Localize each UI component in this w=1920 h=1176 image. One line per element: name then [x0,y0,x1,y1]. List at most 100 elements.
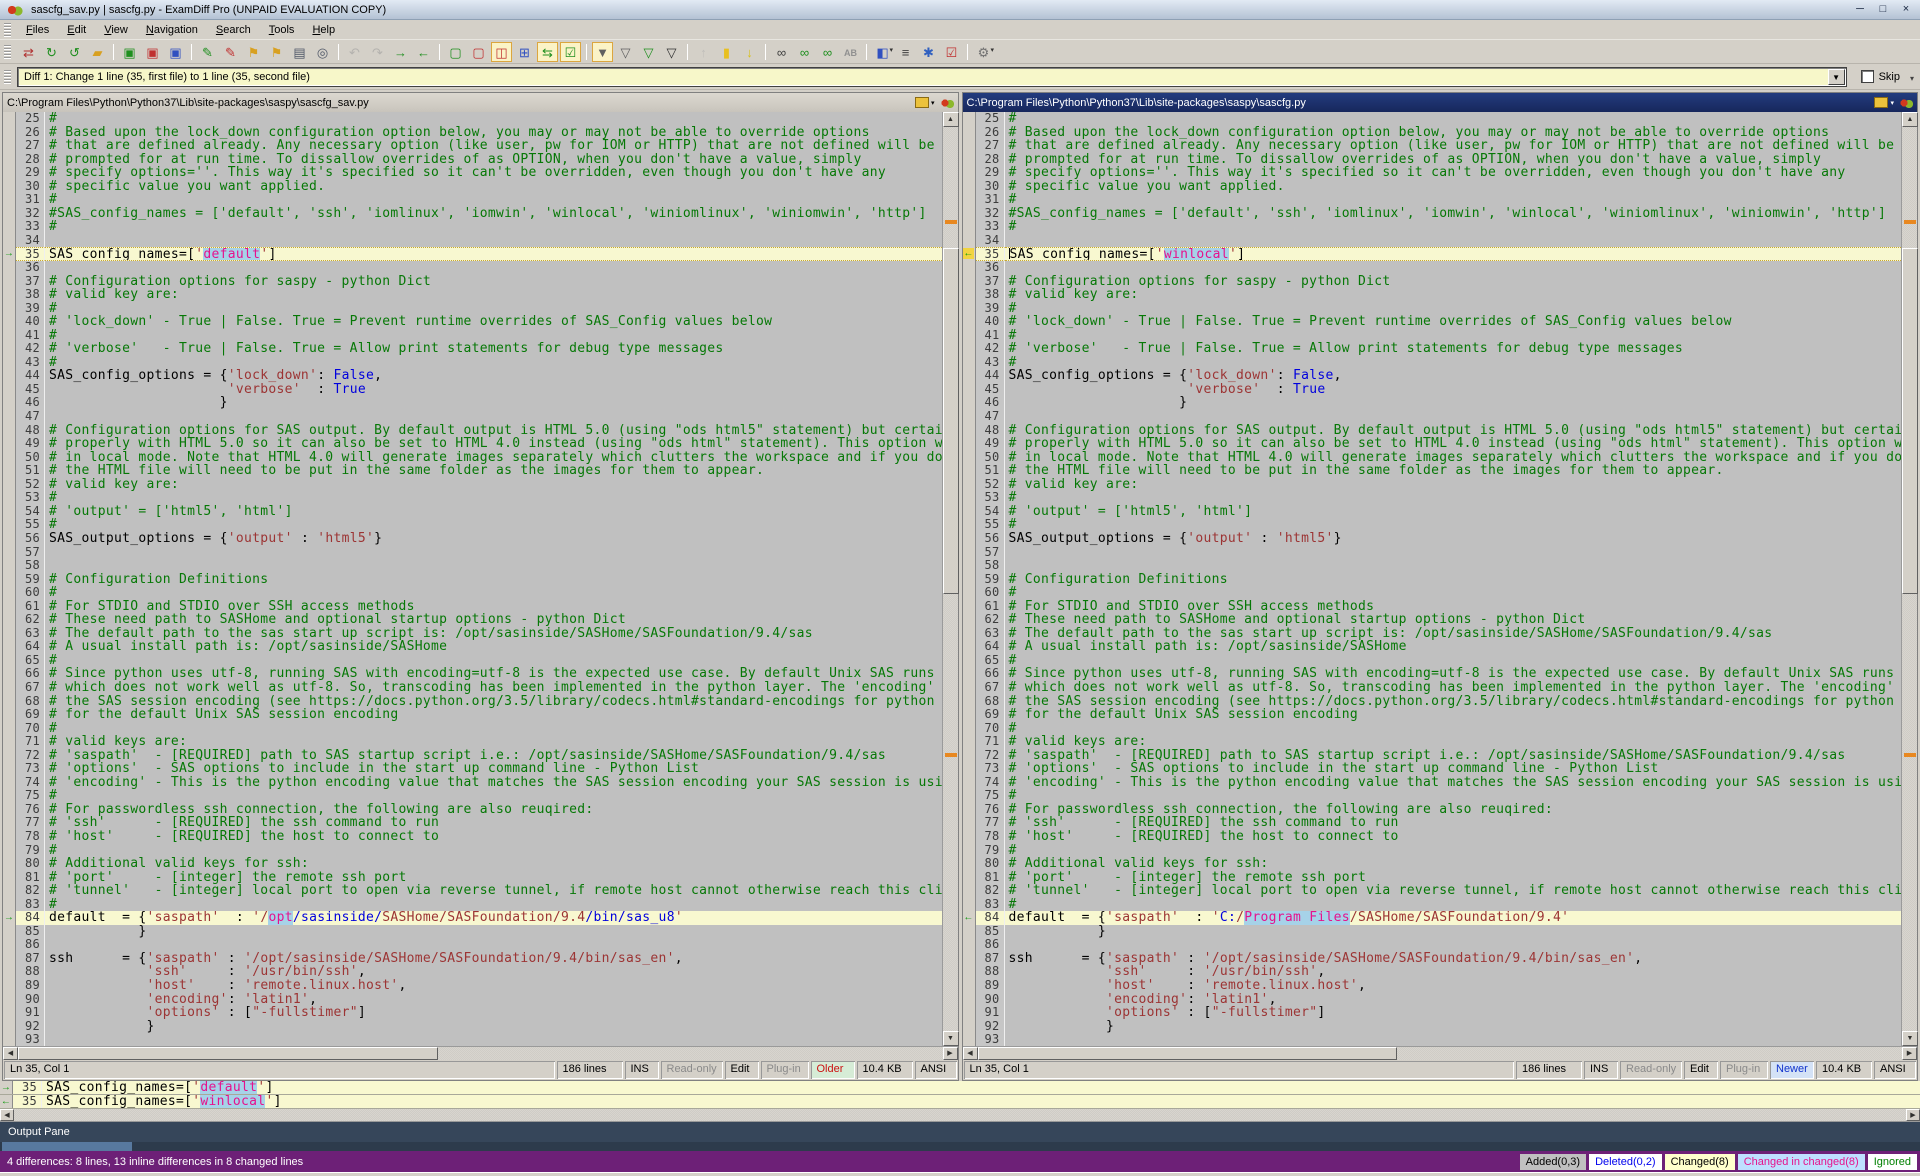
menu-tools[interactable]: Tools [260,21,304,39]
code-text[interactable]: # Based upon the lock_down configuration… [45,126,942,140]
recompare-icon[interactable]: ↻ [41,42,62,62]
output-pane-bar[interactable]: Output Pane [0,1122,1920,1142]
code-text[interactable]: # Since python uses utf-8, running SAS w… [1005,667,1902,681]
code-text[interactable]: # that are defined already. Any necessar… [1005,139,1902,153]
code-text[interactable]: SAS_config_names=['winlocal'] [1005,247,1902,261]
first-file-code-area[interactable]: 25#26# Based upon the lock_down configur… [3,112,942,1046]
code-text[interactable]: # 'encoding' - This is the python encodi… [1005,776,1902,790]
next-difference-icon[interactable]: ↓ [739,42,760,62]
code-text[interactable] [1005,546,1902,560]
code-text[interactable]: # Since python uses utf-8, running SAS w… [45,667,942,681]
code-text[interactable]: # [1005,193,1902,207]
code-text[interactable]: 'ssh' : '/usr/bin/ssh', [1005,965,1902,979]
code-text[interactable]: # Configuration options for SAS output. … [1005,424,1902,438]
find-next-icon[interactable]: ∞ [794,42,815,62]
show-identical-lines-icon[interactable]: ▢ [445,42,466,62]
scrollbar-thumb[interactable] [978,1047,1398,1060]
undo-icon[interactable]: ↶ [344,42,365,62]
previous-difference-icon[interactable]: ↑ [693,42,714,62]
code-text[interactable]: # which does not work well as utf-8. So,… [45,681,942,695]
scroll-left-icon[interactable]: ◀ [3,1047,18,1060]
code-text[interactable]: SAS_config_options = {'lock_down': False… [1005,369,1902,383]
code-text[interactable] [45,234,942,248]
scroll-down-icon[interactable]: ▼ [943,1031,959,1046]
code-text[interactable]: 'options' : ["-fullstimer"] [1005,1006,1902,1020]
second-file-horizontal-scrollbar[interactable]: ◀ ▶ [963,1046,1918,1060]
code-text[interactable]: 'options' : ["-fullstimer"] [45,1006,942,1020]
plugins-icon[interactable]: ✱ [918,42,939,62]
code-text[interactable]: } [1005,1020,1902,1034]
code-text[interactable]: # [1005,112,1902,126]
code-text[interactable]: # [45,193,942,207]
code-text[interactable]: # which does not work well as utf-8. So,… [1005,681,1902,695]
scrollbar-thumb[interactable] [943,248,959,594]
code-text[interactable]: # for the default Unix SAS session encod… [1005,708,1902,722]
code-text[interactable]: # Configuration Definitions [45,573,942,587]
code-text[interactable]: # For STDIO and STDIO over SSH access me… [45,600,942,614]
scroll-left-icon[interactable]: ◀ [963,1047,978,1060]
menu-navigation[interactable]: Navigation [137,21,207,39]
code-text[interactable]: ssh = {'saspath' : '/opt/sasinside/SASHo… [45,952,942,966]
code-text[interactable]: # valid keys are: [45,735,942,749]
diffbar-grip[interactable] [4,70,11,84]
code-text[interactable]: # A usual install path is: /opt/sasinsid… [45,640,942,654]
first-file-recent-dropdown-icon[interactable]: ▾ [931,99,935,107]
scroll-up-icon[interactable]: ▲ [943,112,959,127]
code-text[interactable]: # properly with HTML 5.0 so it can also … [1005,437,1902,451]
find-previous-icon[interactable]: ∞ [817,42,838,62]
diff-marker-gutter[interactable]: → [0,1081,13,1094]
line-details-icon[interactable]: ≡ [895,42,916,62]
code-text[interactable]: # [45,329,942,343]
code-text[interactable] [1005,938,1902,952]
maximize-button[interactable]: □ [1873,2,1893,17]
open-first-file-folder-icon[interactable] [915,97,929,108]
code-text[interactable]: # 'saspath' - [REQUIRED] path to SAS sta… [45,749,942,763]
code-text[interactable]: # valid key are: [45,478,942,492]
code-text[interactable]: # valid key are: [1005,478,1902,492]
preview-diff-row[interactable]: ←35SAS_config_names=['winlocal'] [0,1095,1920,1109]
minimize-button[interactable]: ─ [1850,2,1870,17]
code-text[interactable] [45,261,942,275]
scrollbar-thumb[interactable] [18,1047,438,1060]
diff-marker-gutter[interactable]: → [3,911,16,925]
panes-layout-dropdown-icon[interactable]: ▾ [889,41,893,60]
diff-arrow-left-icon[interactable]: ← [1,1096,11,1107]
close-button[interactable]: × [1896,2,1916,17]
code-text[interactable]: # the HTML file will need to be put in t… [1005,464,1902,478]
code-text[interactable]: # [45,491,942,505]
options-dialog-icon[interactable]: ☑ [941,42,962,62]
code-text[interactable]: # Configuration options for SAS output. … [45,424,942,438]
code-text[interactable]: # [45,898,942,912]
menu-edit[interactable]: Edit [58,21,95,39]
code-text[interactable]: # [45,518,942,532]
code-text[interactable]: # prompted for at run time. To dissallow… [1005,153,1902,167]
code-text[interactable]: # 'encoding' - This is the python encodi… [45,776,942,790]
diff-marker-gutter[interactable]: ← [963,911,976,925]
code-text[interactable]: #SAS_config_names = ['default', 'ssh', '… [45,207,942,221]
scroll-right-icon[interactable]: ▶ [943,1047,958,1060]
code-text[interactable]: # valid key are: [45,288,942,302]
code-text[interactable]: # specify options=''. This way it's spec… [45,166,942,180]
menu-view[interactable]: View [95,21,137,39]
second-file-header[interactable]: C:\Program Files\Python\Python37\Lib\sit… [963,93,1918,112]
code-text[interactable]: # properly with HTML 5.0 so it can also … [45,437,942,451]
code-text[interactable]: # [45,302,942,316]
menu-files[interactable]: Files [17,21,58,39]
code-text[interactable]: # Based upon the lock_down configuration… [1005,126,1902,140]
code-text[interactable]: SAS_config_options = {'lock_down': False… [45,369,942,383]
code-text[interactable]: # specific value you want applied. [1005,180,1902,194]
code-text[interactable]: # These need path to SASHome and optiona… [45,613,942,627]
first-file-header[interactable]: C:\Program Files\Python\Python37\Lib\sit… [3,93,958,112]
panes-layout-icon[interactable]: ◧▾ [872,42,893,62]
edit-first-file-icon[interactable]: ✎ [197,42,218,62]
print-preview-icon[interactable]: ◎ [312,42,333,62]
code-text[interactable]: # [1005,356,1902,370]
match-case-icon[interactable]: AB [840,42,861,62]
diff-arrow-right-icon[interactable]: → [1,1082,11,1093]
code-text[interactable]: # [1005,789,1902,803]
code-text[interactable]: # [1005,518,1902,532]
code-text[interactable]: # 'port' - [integer] the remote ssh port [45,871,942,885]
menu-help[interactable]: Help [303,21,344,39]
code-text[interactable]: # 'verbose' - True | False. True = Allow… [45,342,942,356]
print-icon[interactable]: ▤ [289,42,310,62]
